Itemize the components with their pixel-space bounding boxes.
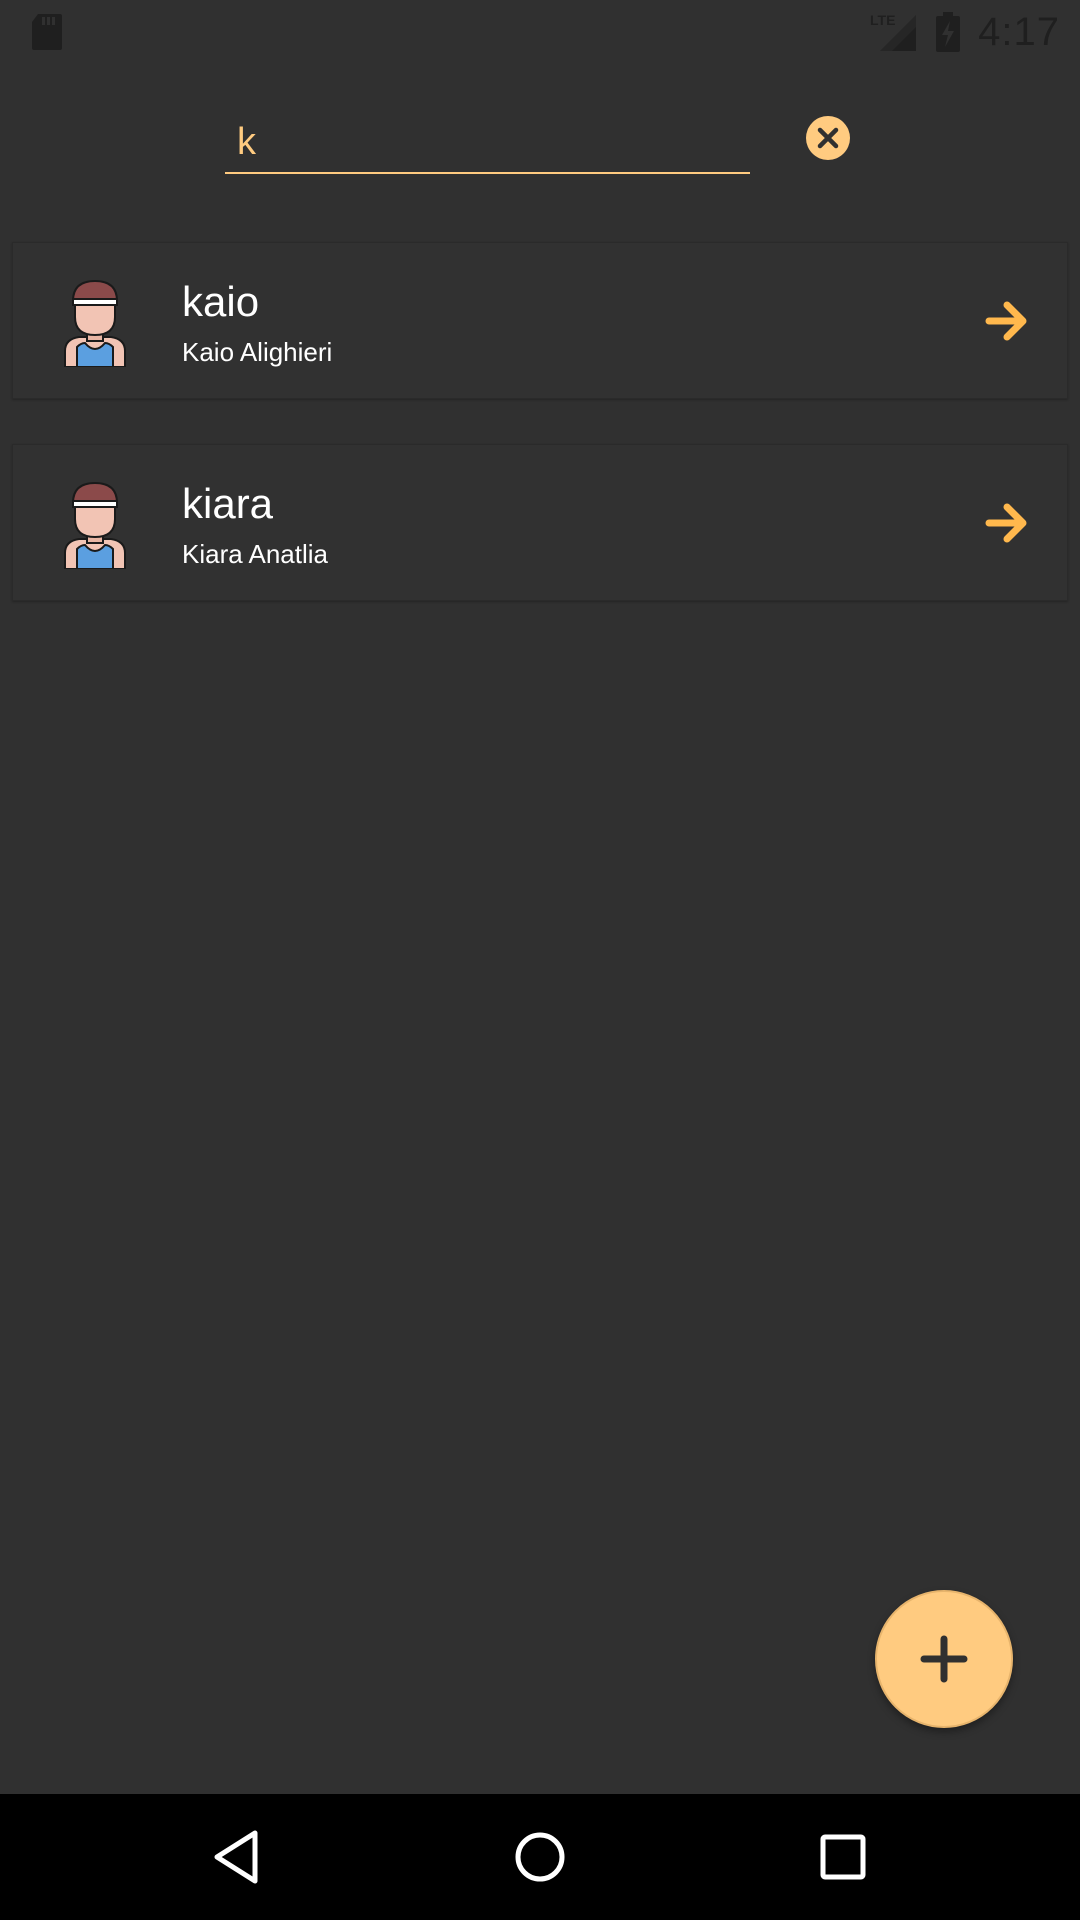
add-user-button[interactable] (875, 1590, 1013, 1728)
status-icons: LTE 4:17 (868, 8, 1060, 56)
status-bar: LTE 4:17 (0, 0, 1080, 63)
nav-recents-button[interactable] (810, 1824, 876, 1890)
username: kaio (182, 278, 260, 325)
arrow-right-icon[interactable] (983, 297, 1031, 345)
clear-search-button[interactable] (806, 116, 850, 160)
user-avatar-icon (64, 279, 126, 367)
signal-lte-icon: LTE (870, 12, 917, 51)
list-item[interactable]: kiara Kiara Anatlia (12, 444, 1068, 601)
navigation-bar (0, 1794, 1080, 1920)
home-circle-icon (515, 1832, 565, 1882)
nav-back-button[interactable] (203, 1824, 269, 1890)
close-icon (817, 127, 839, 149)
full-name: Kiara Anatlia (182, 539, 328, 569)
full-name: Kaio Alighieri (182, 337, 333, 367)
nav-home-button[interactable] (507, 1824, 573, 1890)
arrow-right-icon[interactable] (983, 499, 1031, 547)
user-avatar-icon (64, 481, 126, 569)
sd-card-icon (32, 14, 62, 50)
search-row (0, 100, 1080, 190)
lte-label: LTE (870, 12, 895, 28)
list-item[interactable]: kaio Kaio Alighieri (12, 242, 1068, 399)
battery-charging-icon (936, 12, 961, 52)
status-time: 4:17 (978, 9, 1060, 54)
recents-square-icon (820, 1834, 866, 1880)
back-triangle-icon (214, 1830, 258, 1884)
username: kiara (182, 480, 274, 527)
search-input[interactable] (225, 112, 750, 174)
user-list: kaio Kaio Alighieri kiara Kiara Anatlia (12, 242, 1068, 646)
plus-icon (920, 1635, 968, 1683)
